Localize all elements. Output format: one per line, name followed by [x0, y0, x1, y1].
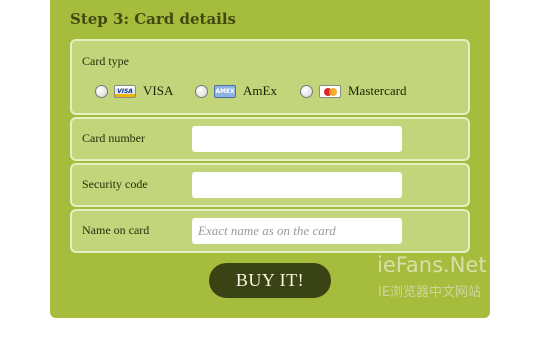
- name-on-card-row: Name on card: [70, 209, 470, 253]
- radio-option-mastercard[interactable]: Mastercard: [300, 83, 406, 99]
- card-number-row: Card number: [70, 117, 470, 161]
- security-code-row: Security code: [70, 163, 470, 207]
- card-number-input[interactable]: [192, 126, 402, 152]
- radio-amex[interactable]: [195, 84, 208, 98]
- amex-card-icon: AMEX: [214, 84, 236, 98]
- radio-option-amex[interactable]: AMEX AmEx: [195, 83, 277, 99]
- radio-visa[interactable]: [95, 84, 108, 98]
- mastercard-icon: [319, 84, 341, 98]
- radio-visa-label[interactable]: VISA: [143, 83, 173, 99]
- card-type-group: Card type VISA VISA AMEX AmEx Mastercard: [70, 39, 470, 115]
- card-number-label: Card number: [82, 131, 145, 145]
- card-type-label: Card type: [82, 54, 129, 68]
- name-on-card-label: Name on card: [82, 223, 150, 237]
- radio-mastercard[interactable]: [300, 84, 313, 98]
- buy-button[interactable]: BUY IT!: [209, 263, 331, 298]
- radio-mastercard-label[interactable]: Mastercard: [348, 83, 406, 99]
- security-code-label: Security code: [82, 177, 148, 191]
- watermark-title: ieFans.Net: [377, 253, 487, 277]
- step-title: Step 3: Card details: [70, 10, 237, 28]
- radio-option-visa[interactable]: VISA VISA: [95, 83, 173, 99]
- visa-card-icon: VISA: [114, 84, 136, 98]
- watermark-subtitle: IE浏览器中文网站: [378, 285, 482, 300]
- security-code-input[interactable]: [192, 172, 402, 198]
- radio-amex-label[interactable]: AmEx: [243, 83, 277, 99]
- name-on-card-input[interactable]: [192, 218, 402, 244]
